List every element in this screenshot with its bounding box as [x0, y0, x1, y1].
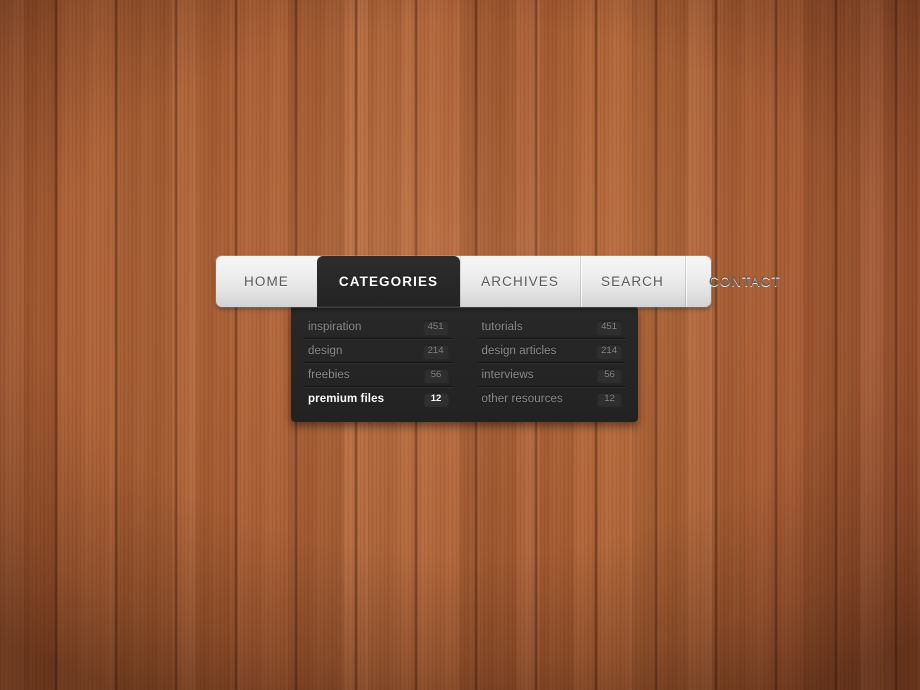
- dropdown-item-count-badge: 451: [596, 320, 622, 334]
- menu-item-archives[interactable]: ARCHIVES: [460, 256, 580, 307]
- dropdown-item-design[interactable]: design 214: [304, 338, 452, 363]
- dropdown-item-interviews[interactable]: interviews 56: [477, 362, 626, 387]
- dropdown-item-count-badge: 12: [597, 392, 622, 406]
- menu-item-label: CONTACT: [708, 274, 781, 289]
- menu-item-home[interactable]: HOME: [216, 256, 317, 307]
- dropdown-item-count-badge: 451: [422, 320, 449, 334]
- menu-item-label: ARCHIVES: [481, 274, 559, 289]
- dropdown-item-inspiration[interactable]: inspiration 451: [304, 315, 452, 339]
- menu-item-search[interactable]: SEARCH: [580, 256, 685, 307]
- main-menu-bar: HOME CATEGORIES ARCHIVES SEARCH CONTACT: [216, 256, 780, 307]
- dropdown-item-label: tutorials: [481, 321, 523, 333]
- dropdown-item-other-resources[interactable]: other resources 12: [477, 386, 626, 411]
- menu-item-label: HOME: [244, 274, 289, 289]
- navigation-widget: HOME CATEGORIES ARCHIVES SEARCH CONTACT …: [216, 256, 780, 422]
- dropdown-item-design-articles[interactable]: design articles 214: [477, 338, 626, 363]
- dropdown-item-tutorials[interactable]: tutorials 451: [478, 315, 626, 339]
- dropdown-item-count-badge: 56: [423, 368, 449, 382]
- menu-item-label: SEARCH: [601, 274, 664, 289]
- dropdown-item-label: inspiration: [308, 321, 362, 333]
- dropdown-item-label: interviews: [481, 369, 534, 381]
- menu-item-contact[interactable]: CONTACT: [684, 256, 805, 307]
- dropdown-item-count-badge: 214: [422, 344, 449, 358]
- dropdown-item-count-badge: 56: [597, 368, 622, 382]
- dropdown-column-right: tutorials 451 design articles 214 interv…: [465, 315, 639, 411]
- dropdown-item-freebies[interactable]: freebies 56: [304, 362, 452, 387]
- dropdown-item-label: design: [308, 345, 343, 357]
- dropdown-item-label: design articles: [481, 345, 557, 357]
- dropdown-item-premium-files[interactable]: premium files 12: [304, 386, 452, 411]
- categories-dropdown-panel: inspiration 451 design 214 freebies 56 p…: [291, 306, 638, 422]
- dropdown-item-label: premium files: [308, 393, 385, 405]
- menu-item-categories[interactable]: CATEGORIES: [316, 256, 461, 307]
- dropdown-item-count-badge: 12: [423, 392, 449, 406]
- menu-item-label: CATEGORIES: [338, 274, 439, 289]
- dropdown-item-label: other resources: [481, 393, 563, 405]
- dropdown-item-label: freebies: [308, 369, 350, 381]
- dropdown-item-count-badge: 214: [596, 344, 622, 358]
- dropdown-column-left: inspiration 451 design 214 freebies 56 p…: [291, 315, 465, 411]
